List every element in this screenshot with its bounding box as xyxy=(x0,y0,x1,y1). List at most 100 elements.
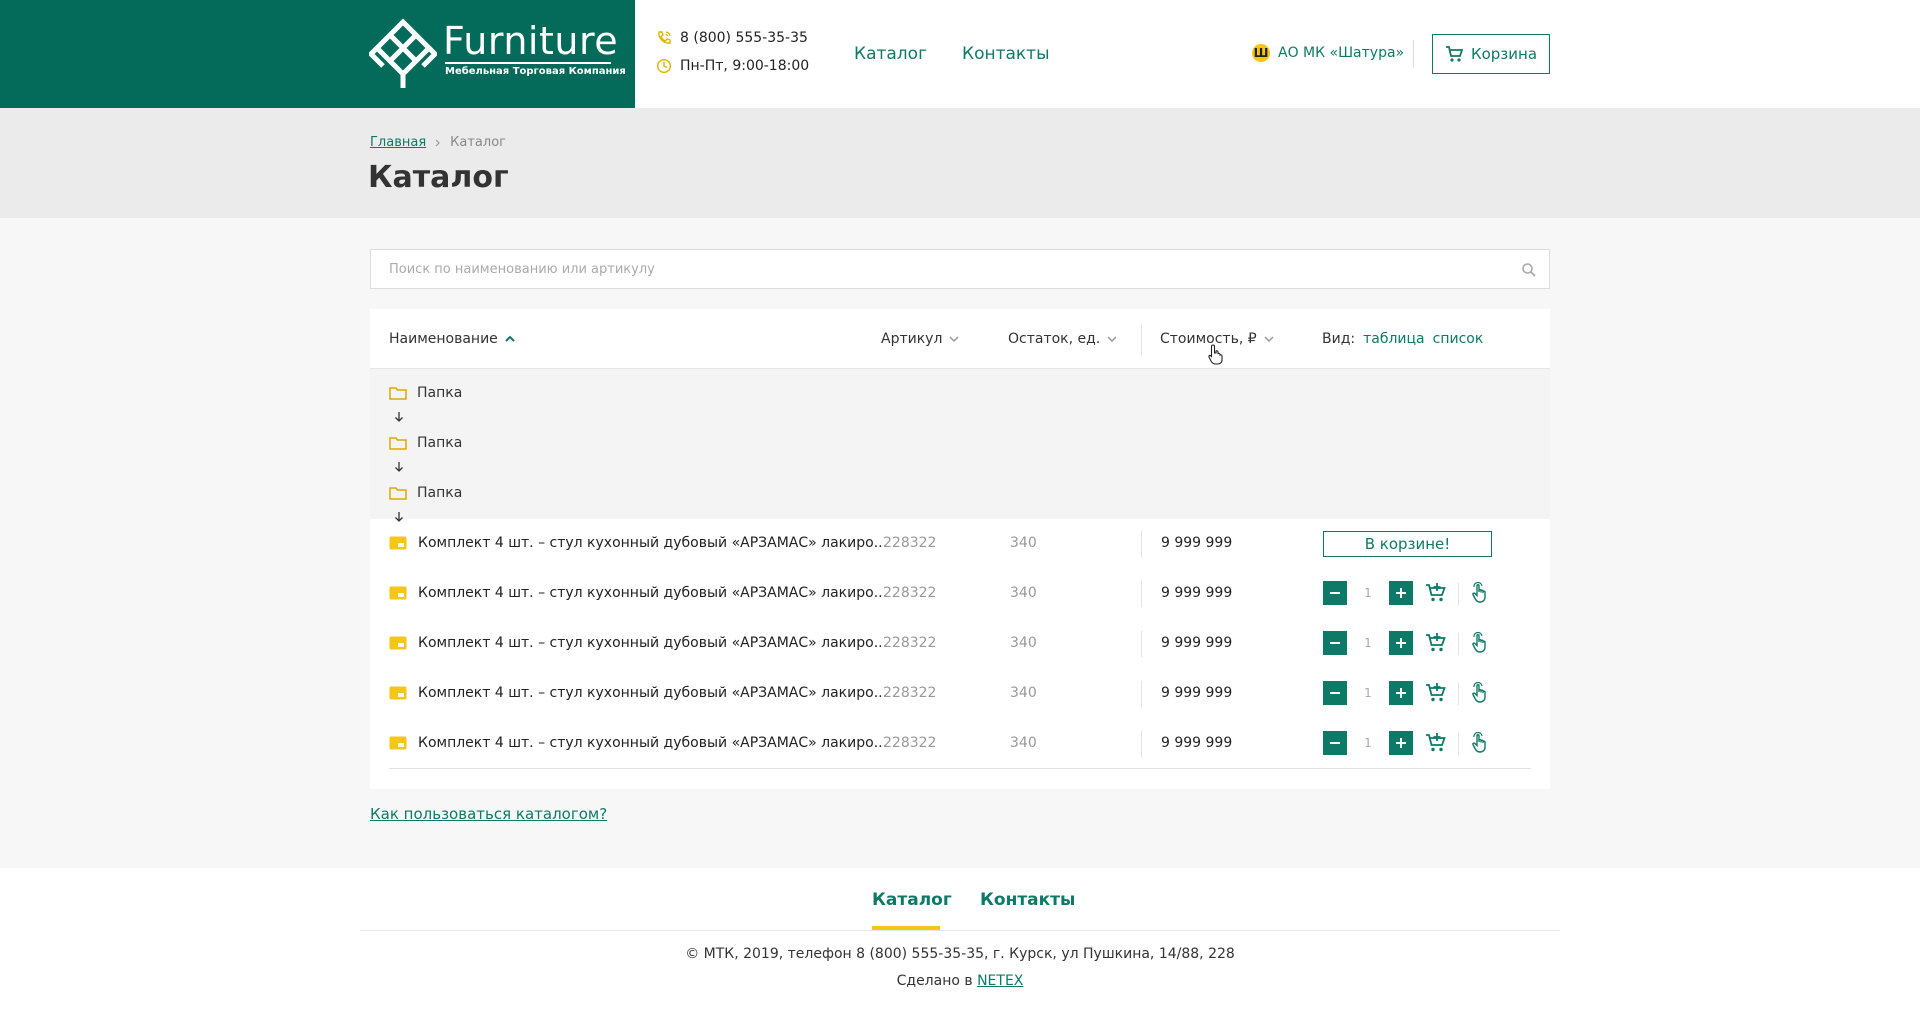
increase-button[interactable] xyxy=(1389,631,1413,655)
footer-nav-catalog[interactable]: Каталог xyxy=(872,890,952,910)
made-by: Сделано в NETEX xyxy=(0,973,1920,989)
search-icon[interactable] xyxy=(1521,262,1537,278)
chevron-down-icon xyxy=(1264,336,1274,343)
product-article: 228322 xyxy=(883,635,937,651)
product-stock: 340 xyxy=(1010,535,1037,551)
add-to-cart-icon[interactable] xyxy=(1425,632,1447,654)
increase-button[interactable] xyxy=(1389,681,1413,705)
plus-icon xyxy=(1396,588,1406,598)
product-stock: 340 xyxy=(1010,685,1037,701)
table-bottom-divider xyxy=(389,768,1531,769)
header-stock: Остаток, ед. xyxy=(1008,331,1101,347)
catalog-table: Наименование Артикул Остаток, ед. Стоимо… xyxy=(370,309,1550,789)
folder-icon xyxy=(389,437,407,450)
hand-tap-icon[interactable] xyxy=(1469,582,1491,604)
minus-icon xyxy=(1330,642,1340,644)
logo[interactable]: Furniture Мебельная Торговая Компания xyxy=(0,0,635,108)
folder-item[interactable]: Папка xyxy=(389,385,462,401)
netex-link[interactable]: NETEX xyxy=(977,973,1023,989)
table-row[interactable]: Комплект 4 шт. – стул кухонный дубовый «… xyxy=(370,519,1550,569)
decrease-button[interactable] xyxy=(1323,681,1347,705)
copyright: © МТК, 2019, телефон 8 (800) 555-35-35, … xyxy=(685,946,1235,962)
add-to-cart-icon[interactable] xyxy=(1425,732,1447,754)
sort-name[interactable]: Наименование xyxy=(389,331,516,347)
nav-contacts[interactable]: Контакты xyxy=(962,44,1050,64)
product-name[interactable]: Комплект 4 шт. – стул кухонный дубовый «… xyxy=(418,535,887,551)
plus-icon xyxy=(1396,638,1406,648)
column-divider xyxy=(1141,581,1142,607)
folder-item[interactable]: Папка xyxy=(389,485,462,501)
product-name[interactable]: Комплект 4 шт. – стул кухонный дубовый «… xyxy=(418,635,887,651)
quantity-input[interactable]: 1 xyxy=(1347,581,1389,605)
folder-list: Папка Папка Папка xyxy=(370,369,1550,522)
hand-tap-icon[interactable] xyxy=(1469,682,1491,704)
hours-text: Пн-Пт, 9:00-18:00 xyxy=(680,58,810,74)
table-row[interactable]: Комплект 4 шт. – стул кухонный дубовый «… xyxy=(370,669,1550,719)
cart-button[interactable]: Корзина xyxy=(1432,34,1550,74)
table-row[interactable]: Комплект 4 шт. – стул кухонный дубовый «… xyxy=(370,569,1550,619)
minus-icon xyxy=(1330,742,1340,744)
product-name[interactable]: Комплект 4 шт. – стул кухонный дубовый «… xyxy=(418,585,887,601)
header-article: Артикул xyxy=(881,331,943,347)
breadcrumb-home[interactable]: Главная xyxy=(370,135,426,150)
minus-icon xyxy=(1330,592,1340,594)
product-article: 228322 xyxy=(883,735,937,751)
folder-label: Папка xyxy=(417,435,463,451)
product-stock: 340 xyxy=(1010,735,1037,751)
divider xyxy=(1413,40,1414,68)
table-row[interactable]: Комплект 4 шт. – стул кухонный дубовый «… xyxy=(370,719,1550,769)
product-price: 9 999 999 xyxy=(1161,635,1233,651)
quantity-input[interactable]: 1 xyxy=(1347,731,1389,755)
logo-mark-icon xyxy=(369,18,437,88)
view-table-link[interactable]: таблица xyxy=(1363,331,1425,347)
catalog-help-link[interactable]: Как пользоваться каталогом? xyxy=(370,805,607,823)
quantity-stepper: 1 xyxy=(1323,581,1413,605)
quantity-input[interactable]: 1 xyxy=(1347,631,1389,655)
company-logo-icon: Ш xyxy=(1252,44,1270,62)
folder-item[interactable]: Папка xyxy=(389,435,462,451)
folder-icon xyxy=(389,487,407,500)
decrease-button[interactable] xyxy=(1323,581,1347,605)
table-row[interactable]: Комплект 4 шт. – стул кухонный дубовый «… xyxy=(370,619,1550,669)
working-hours: Пн-Пт, 9:00-18:00 xyxy=(656,58,809,74)
quantity-stepper: 1 xyxy=(1323,631,1413,655)
decrease-button[interactable] xyxy=(1323,631,1347,655)
folder-icon xyxy=(389,387,407,400)
nav-catalog[interactable]: Каталог xyxy=(854,44,927,64)
product-icon xyxy=(389,736,407,750)
search-input[interactable] xyxy=(371,250,1549,288)
phone[interactable]: 8 (800) 555-35-35 xyxy=(656,30,808,46)
footer-nav-contacts[interactable]: Контакты xyxy=(980,890,1075,910)
decrease-button[interactable] xyxy=(1323,731,1347,755)
sort-article[interactable]: Артикул xyxy=(881,331,960,347)
folder-label: Папка xyxy=(417,485,463,501)
hand-tap-icon[interactable] xyxy=(1469,632,1491,654)
title-band: Главная Каталог Каталог xyxy=(0,108,1920,218)
sort-stock[interactable]: Остаток, ед. xyxy=(1008,331,1118,347)
plus-icon xyxy=(1396,738,1406,748)
view-list-link[interactable]: список xyxy=(1433,331,1484,347)
in-cart-button[interactable]: В корзине! xyxy=(1323,531,1492,557)
hand-tap-icon[interactable] xyxy=(1469,732,1491,754)
quantity-input[interactable]: 1 xyxy=(1347,681,1389,705)
column-divider xyxy=(1141,731,1142,757)
increase-button[interactable] xyxy=(1389,581,1413,605)
quantity-stepper: 1 xyxy=(1323,731,1413,755)
product-icon xyxy=(389,686,407,700)
add-to-cart-icon[interactable] xyxy=(1425,682,1447,704)
folder-label: Папка xyxy=(417,385,463,401)
product-article: 228322 xyxy=(883,685,937,701)
view-switcher: Вид: таблица список xyxy=(1322,331,1483,347)
add-to-cart-icon[interactable] xyxy=(1425,582,1447,604)
logo-title: Furniture xyxy=(443,19,619,63)
company-selector[interactable]: Ш АО МК «Шатура» xyxy=(1252,44,1404,62)
product-name[interactable]: Комплект 4 шт. – стул кухонный дубовый «… xyxy=(418,735,887,751)
header: Furniture Мебельная Торговая Компания 8 … xyxy=(0,0,1920,108)
header-name: Наименование xyxy=(389,331,498,347)
product-price: 9 999 999 xyxy=(1161,735,1233,751)
product-price: 9 999 999 xyxy=(1161,585,1233,601)
product-article: 228322 xyxy=(883,585,937,601)
increase-button[interactable] xyxy=(1389,731,1413,755)
product-name[interactable]: Комплект 4 шт. – стул кухонный дубовый «… xyxy=(418,685,887,701)
arrow-down-icon xyxy=(395,462,403,472)
